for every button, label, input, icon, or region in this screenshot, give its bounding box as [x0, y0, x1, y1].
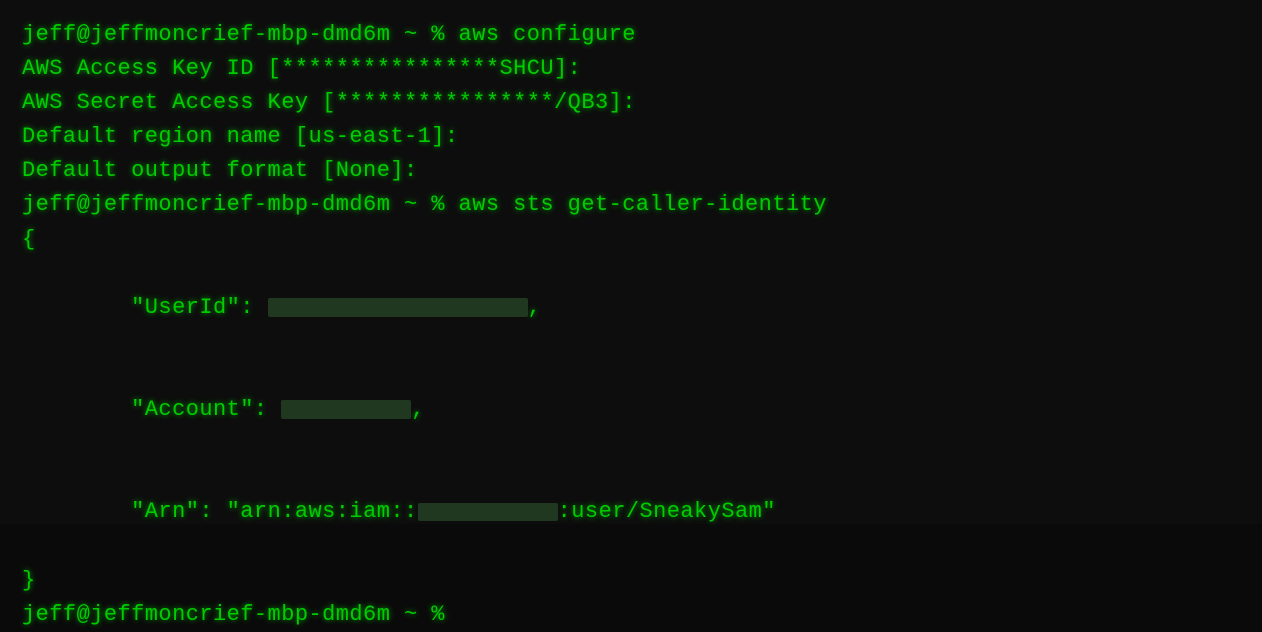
terminal-line-7: { — [22, 223, 1240, 257]
arn-suffix: :user/SneakySam" — [558, 499, 776, 524]
userid-comma: , — [528, 295, 542, 320]
terminal-line-userid: "UserId": , — [22, 257, 1240, 359]
userid-redacted — [268, 298, 528, 317]
terminal-window: jeff@jeffmoncrief-mbp-dmd6m ~ % aws conf… — [0, 0, 1262, 524]
terminal-line-1: jeff@jeffmoncrief-mbp-dmd6m ~ % aws conf… — [22, 18, 1240, 52]
terminal-line-prompt[interactable]: jeff@jeffmoncrief-mbp-dmd6m ~ % — [22, 598, 1240, 632]
terminal-line-5: Default output format [None]: — [22, 154, 1240, 188]
terminal-line-account: "Account": , — [22, 359, 1240, 461]
arn-prefix: "Arn": "arn:aws:iam:: — [77, 499, 418, 524]
account-redacted — [281, 400, 411, 419]
terminal-line-close-brace: } — [22, 564, 1240, 598]
terminal-line-arn: "Arn": "arn:aws:iam:::user/SneakySam" — [22, 461, 1240, 563]
terminal-line-3: AWS Secret Access Key [****************/… — [22, 86, 1240, 120]
account-comma: , — [411, 397, 425, 422]
terminal-line-6: jeff@jeffmoncrief-mbp-dmd6m ~ % aws sts … — [22, 188, 1240, 222]
userid-prefix: "UserId": — [77, 295, 268, 320]
arn-account-redacted — [418, 503, 558, 522]
terminal-line-2: AWS Access Key ID [****************SHCU]… — [22, 52, 1240, 86]
terminal-line-4: Default region name [us-east-1]: — [22, 120, 1240, 154]
account-prefix: "Account": — [77, 397, 282, 422]
